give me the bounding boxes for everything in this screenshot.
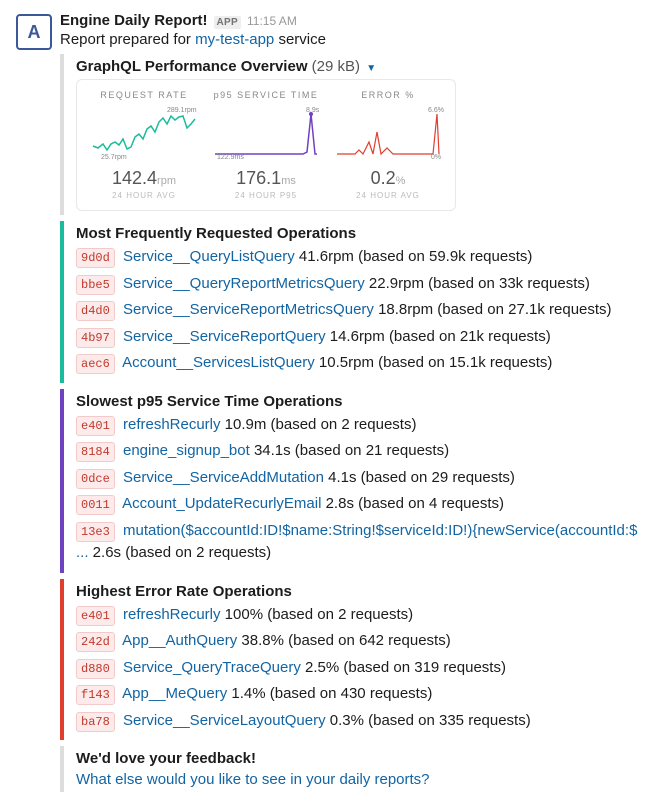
message-header: Engine Daily Report! APP 11:15 AM — [60, 12, 639, 29]
operation-hash: bbe5 — [76, 275, 115, 295]
operation-row: 0011 Account_UpdateRecurlyEmail 2.8s (ba… — [76, 493, 639, 516]
operation-hash: 9d0d — [76, 248, 115, 268]
section-title: Slowest p95 Service Time Operations — [76, 393, 639, 410]
operations-section: Highest Error Rate Operations e401 refres… — [60, 579, 639, 741]
operation-meta: 1.4% (based on 430 requests) — [227, 685, 432, 702]
operation-meta: 100% (based on 2 requests) — [221, 606, 414, 623]
feedback-attachment: We'd love your feedback! What else would… — [60, 746, 639, 792]
operation-meta: 4.1s (based on 29 requests) — [324, 469, 515, 486]
operation-meta: 18.8rpm (based on 27.1k requests) — [374, 301, 612, 318]
operation-link[interactable]: Account_UpdateRecurlyEmail — [122, 495, 321, 512]
operation-link[interactable]: Service__ServiceLayoutQuery — [123, 712, 326, 729]
operation-link[interactable]: App__AuthQuery — [122, 632, 237, 649]
operation-link[interactable]: refreshRecurly — [123, 416, 221, 433]
operation-hash: ba78 — [76, 712, 115, 732]
overview-title-row[interactable]: GraphQL Performance Overview (29 kB) ▼ — [76, 58, 639, 75]
overview-attachment: GraphQL Performance Overview (29 kB) ▼ R… — [60, 54, 639, 215]
operation-link[interactable]: Service__ServiceAddMutation — [123, 469, 324, 486]
operation-hash: 8184 — [76, 442, 115, 462]
caret-down-icon: ▼ — [366, 63, 376, 74]
svg-text:122.9ms: 122.9ms — [217, 154, 244, 161]
operation-row: 9d0d Service__QueryListQuery 41.6rpm (ba… — [76, 246, 639, 269]
chart-p95: p95 SERVICE TIME 8.9s 122.9ms 176.1ms 24… — [207, 90, 325, 200]
operation-row: 8184 engine_signup_bot 34.1s (based on 2… — [76, 440, 639, 463]
operation-link[interactable]: App__MeQuery — [122, 685, 227, 702]
section-title: Most Frequently Requested Operations — [76, 225, 639, 242]
operation-hash: e401 — [76, 416, 115, 436]
chart-card: REQUEST RATE 289.1rpm 25.7rpm 142.4rpm 2… — [76, 79, 456, 211]
operation-row: e401 refreshRecurly 10.9m (based on 2 re… — [76, 414, 639, 437]
avatar: A — [16, 14, 52, 50]
operation-hash: f143 — [76, 685, 115, 705]
chart-error: ERROR % 6.6% 0% 0.2% 24 HOUR AVG — [329, 90, 447, 200]
chart-request-rate: REQUEST RATE 289.1rpm 25.7rpm 142.4rpm 2… — [85, 90, 203, 200]
subtitle: Report prepared for my-test-app service — [60, 31, 639, 48]
operation-row: e401 refreshRecurly 100% (based on 2 req… — [76, 604, 639, 627]
operation-meta: 2.8s (based on 4 requests) — [321, 495, 504, 512]
operation-hash: 4b97 — [76, 328, 115, 348]
operation-meta: 34.1s (based on 21 requests) — [250, 442, 449, 459]
operation-hash: 13e3 — [76, 522, 115, 542]
section-title: Highest Error Rate Operations — [76, 583, 639, 600]
operation-link[interactable]: Service__QueryListQuery — [123, 248, 295, 265]
feedback-title: We'd love your feedback! — [76, 750, 639, 767]
operation-row: 13e3 mutation($accountId:ID!$name:String… — [76, 520, 639, 565]
app-badge: APP — [214, 16, 241, 29]
overview-size: (29 kB) — [312, 58, 360, 75]
operation-meta: 10.5rpm (based on 15.1k requests) — [315, 354, 553, 371]
operation-hash: d4d0 — [76, 301, 115, 321]
message: A Engine Daily Report! APP 11:15 AM Repo… — [16, 12, 639, 798]
operation-meta: 14.6rpm (based on 21k requests) — [326, 328, 551, 345]
operation-link[interactable]: Service__QueryReportMetricsQuery — [123, 275, 365, 292]
operation-row: 4b97 Service__ServiceReportQuery 14.6rpm… — [76, 326, 639, 349]
operation-link[interactable]: Service_QueryTraceQuery — [123, 659, 301, 676]
svg-text:6.6%: 6.6% — [428, 107, 444, 114]
operation-meta: 41.6rpm (based on 59.9k requests) — [295, 248, 533, 265]
operation-row: f143 App__MeQuery 1.4% (based on 430 req… — [76, 683, 639, 706]
operation-row: d880 Service_QueryTraceQuery 2.5% (based… — [76, 657, 639, 680]
operation-hash: e401 — [76, 606, 115, 626]
svg-text:25.7rpm: 25.7rpm — [101, 154, 127, 161]
operation-hash: 242d — [76, 632, 115, 652]
operation-row: ba78 Service__ServiceLayoutQuery 0.3% (b… — [76, 710, 639, 733]
operation-hash: aec6 — [76, 354, 115, 374]
overview-title: GraphQL Performance Overview — [76, 58, 307, 75]
operations-section: Slowest p95 Service Time Operations e401 … — [60, 389, 639, 573]
operation-hash: d880 — [76, 659, 115, 679]
operations-section: Most Frequently Requested Operations 9d0d… — [60, 221, 639, 383]
operation-meta: 38.8% (based on 642 requests) — [237, 632, 450, 649]
service-link[interactable]: my-test-app — [195, 31, 274, 48]
operation-row: 0dce Service__ServiceAddMutation 4.1s (b… — [76, 467, 639, 490]
sender-name: Engine Daily Report! — [60, 12, 208, 29]
operation-row: 242d App__AuthQuery 38.8% (based on 642 … — [76, 630, 639, 653]
operation-meta: 2.5% (based on 319 requests) — [301, 659, 506, 676]
operation-link[interactable]: engine_signup_bot — [123, 442, 250, 459]
svg-text:0%: 0% — [431, 154, 441, 161]
operation-row: aec6 Account__ServicesListQuery 10.5rpm … — [76, 352, 639, 375]
operation-link[interactable]: Account__ServicesListQuery — [122, 354, 315, 371]
operation-link[interactable]: Service__ServiceReportQuery — [123, 328, 326, 345]
operation-link[interactable]: Service__ServiceReportMetricsQuery — [123, 301, 374, 318]
operation-link[interactable]: refreshRecurly — [123, 606, 221, 623]
operation-row: d4d0 Service__ServiceReportMetricsQuery … — [76, 299, 639, 322]
operation-row: bbe5 Service__QueryReportMetricsQuery 22… — [76, 273, 639, 296]
operation-meta: 2.6s (based on 2 requests) — [89, 544, 272, 561]
svg-text:8.9s: 8.9s — [306, 107, 320, 114]
operation-meta: 10.9m (based on 2 requests) — [221, 416, 417, 433]
operation-hash: 0011 — [76, 495, 115, 515]
operation-meta: 0.3% (based on 335 requests) — [326, 712, 531, 729]
operation-hash: 0dce — [76, 469, 115, 489]
operation-meta: 22.9rpm (based on 33k requests) — [365, 275, 590, 292]
svg-text:289.1rpm: 289.1rpm — [167, 107, 197, 114]
timestamp: 11:15 AM — [247, 14, 297, 28]
